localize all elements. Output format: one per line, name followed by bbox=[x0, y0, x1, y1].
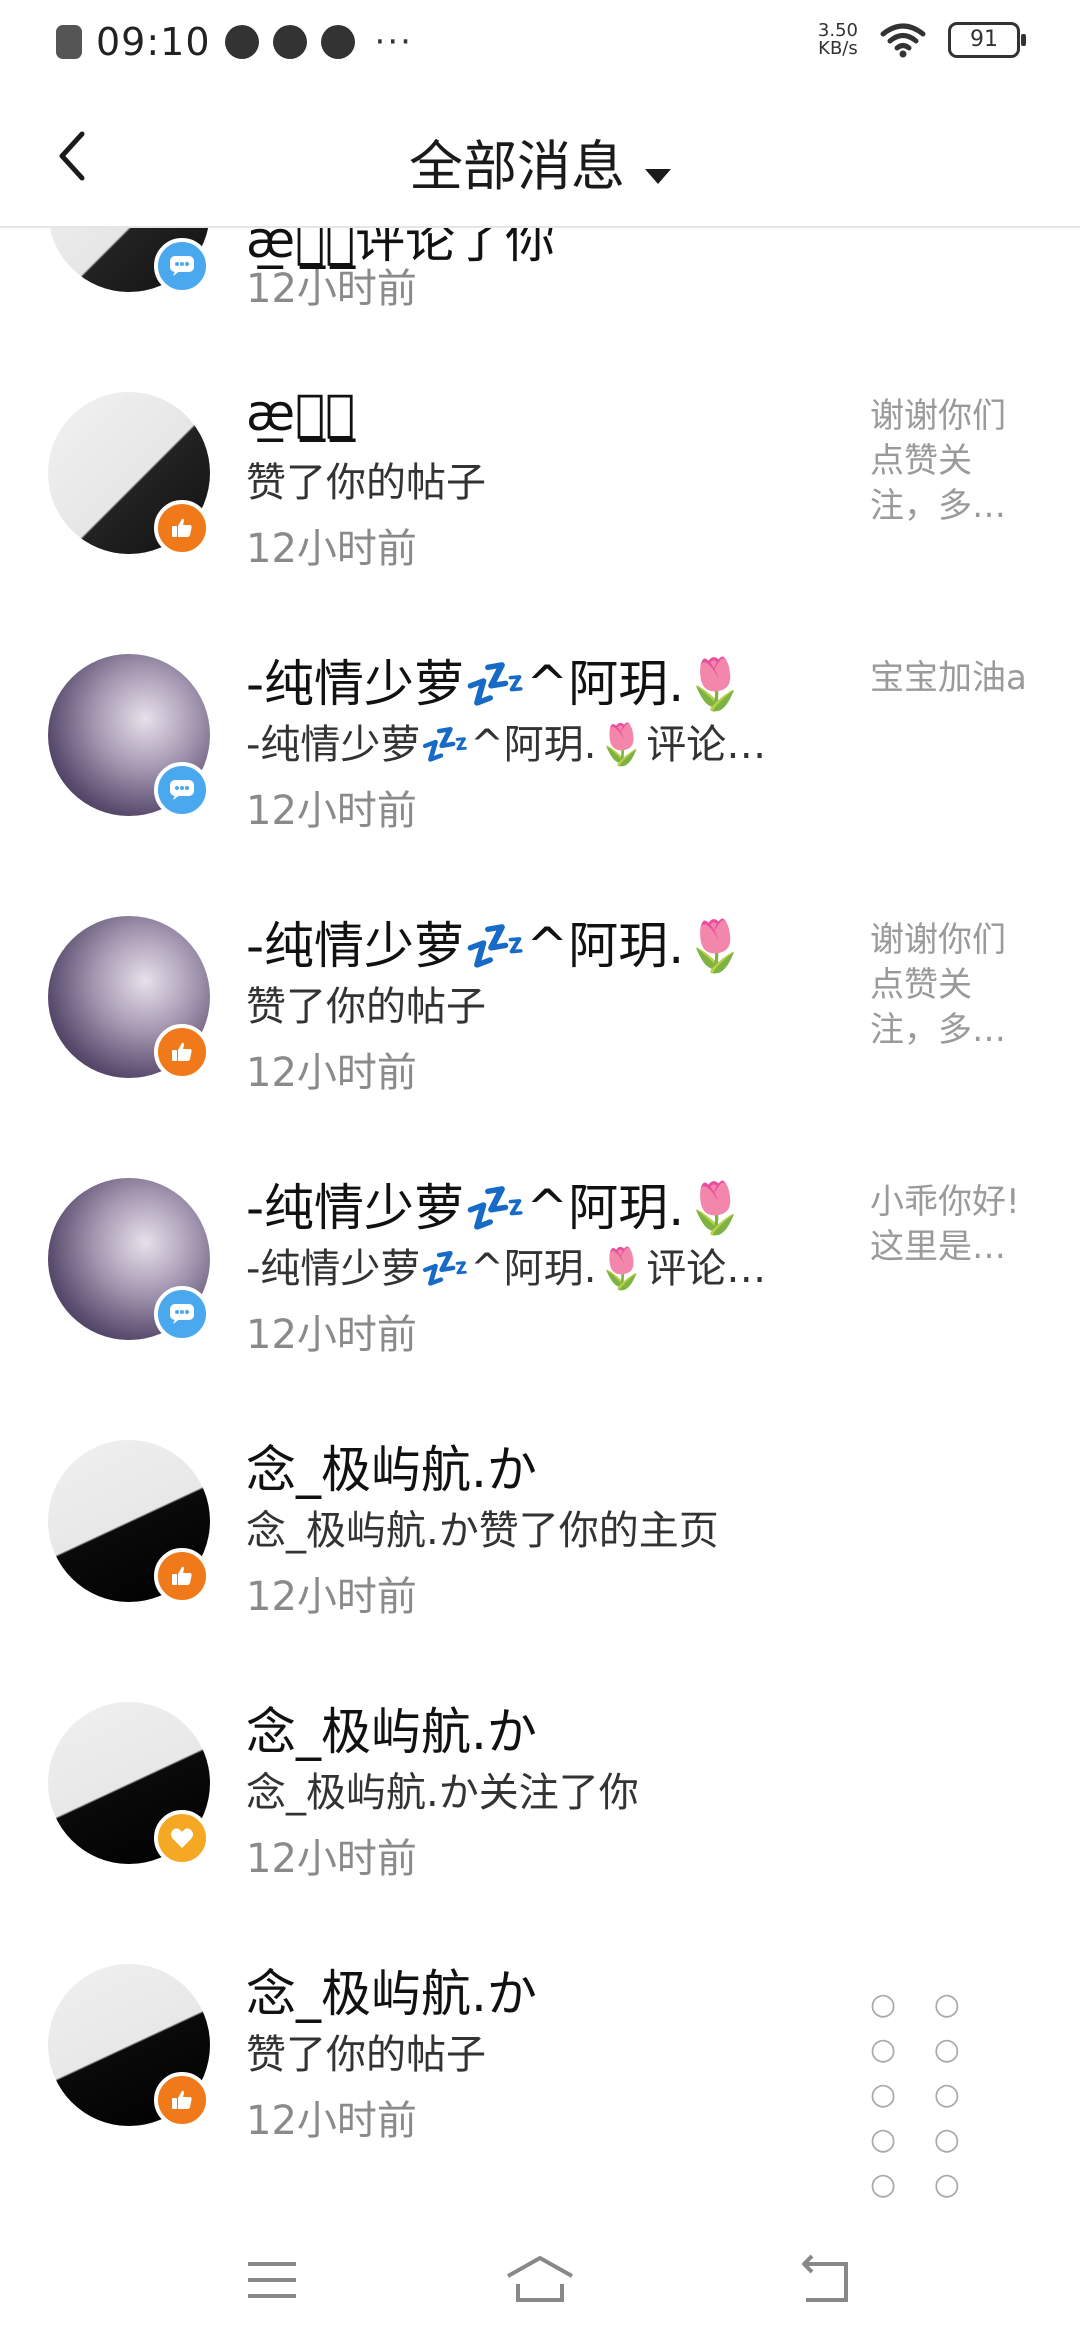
comment-icon bbox=[154, 762, 210, 818]
message-text: 赞了你的帖子 bbox=[246, 460, 486, 506]
post-preview[interactable]: 小乖你好!这里是… bbox=[870, 1180, 1030, 1270]
sender-name: 念_极屿航.か bbox=[246, 1441, 537, 1499]
cat-icon bbox=[272, 25, 307, 59]
sender-name: -纯情少萝💤^阿玥.🌷 bbox=[246, 917, 747, 975]
timestamp: 12小时前 bbox=[246, 266, 417, 312]
timestamp: 12小时前 bbox=[246, 788, 417, 834]
list-item[interactable]: -纯情少萝💤^阿玥.🌷 -纯情少萝💤^阿玥.🌷评论… 12小时前 宝宝加油a bbox=[0, 632, 1080, 894]
page-title[interactable]: 全部消息 bbox=[409, 135, 625, 198]
message-text: 念_极屿航.か赞了你的主页 bbox=[246, 1508, 719, 1554]
message-text: -纯情少萝💤^阿玥.🌷评论… bbox=[246, 1246, 767, 1292]
comment-icon bbox=[154, 1286, 210, 1342]
status-right: 3.50 KB/s 91 bbox=[818, 22, 1026, 58]
network-speed: 3.50 KB/s bbox=[818, 22, 858, 58]
message-text: 赞了你的帖子 bbox=[246, 2032, 486, 2078]
message-text: 念_极屿航.か关注了你 bbox=[246, 1770, 639, 1816]
like-icon bbox=[154, 500, 210, 556]
title-dropdown[interactable]: 全部消息 bbox=[0, 122, 1080, 201]
sender-name: -纯情少萝💤^阿玥.🌷 bbox=[246, 655, 747, 713]
clock: 09:10 bbox=[96, 20, 211, 64]
comment-icon bbox=[154, 238, 210, 294]
heart-icon bbox=[154, 1810, 210, 1866]
timestamp: 12小时前 bbox=[246, 1312, 417, 1358]
post-preview[interactable]: 宝宝加油a bbox=[870, 656, 1030, 701]
speed-unit: KB/s bbox=[818, 38, 858, 59]
timestamp: 12小时前 bbox=[246, 1574, 417, 1620]
sender-name: 念_极屿航.か bbox=[246, 1965, 537, 2023]
post-preview[interactable]: 谢谢你们点赞关注，多… bbox=[870, 918, 1030, 1053]
post-preview[interactable]: ○ ○ ○ ○ ○ ○ ○ ○ ○ ○ … bbox=[870, 1982, 1030, 2252]
list-item[interactable]: 念_极屿航.か 念_极屿航.か关注了你 12小时前 bbox=[0, 1680, 1080, 1942]
system-nav-bar bbox=[0, 2220, 1080, 2340]
status-left: 09:10 ··· bbox=[56, 20, 413, 64]
caret-down-icon[interactable] bbox=[645, 169, 671, 184]
like-icon bbox=[154, 1548, 210, 1604]
header: 全部消息 bbox=[0, 90, 1080, 228]
list-item[interactable]: 念_极屿航.か 赞了你的帖子 12小时前 ○ ○ ○ ○ ○ ○ ○ ○ ○ ○… bbox=[0, 1942, 1080, 2247]
wifi-icon bbox=[880, 23, 926, 58]
timestamp: 12小时前 bbox=[246, 526, 417, 572]
message-text: -纯情少萝💤^阿玥.🌷评论… bbox=[246, 722, 767, 768]
home-icon[interactable] bbox=[504, 2250, 576, 2310]
list-item[interactable]: -纯情少萝💤^阿玥.🌷 赞了你的帖子 12小时前 谢谢你们点赞关注，多… bbox=[0, 894, 1080, 1156]
timestamp: 12小时前 bbox=[246, 1050, 417, 1096]
sender-name: 念_极屿航.か bbox=[246, 1703, 537, 1761]
timestamp: 12小时前 bbox=[246, 2098, 417, 2144]
like-icon bbox=[154, 1024, 210, 1080]
timestamp: 12小时前 bbox=[246, 1836, 417, 1882]
like-icon bbox=[154, 2072, 210, 2128]
battery-icon: 91 bbox=[948, 22, 1026, 58]
post-preview[interactable]: 谢谢你们点赞关注，多… bbox=[870, 394, 1030, 529]
x-icon bbox=[56, 25, 82, 59]
status-bar: 09:10 ··· 3.50 KB/s 91 bbox=[0, 0, 1080, 90]
more-notifications-icon: ··· bbox=[374, 22, 413, 62]
message-text: 赞了你的帖子 bbox=[246, 984, 486, 1030]
sender-name: æ̲怜̲瘧̲ bbox=[246, 384, 356, 442]
play-icon bbox=[224, 25, 259, 59]
menu-icon[interactable] bbox=[242, 2250, 302, 2310]
back-nav-icon[interactable] bbox=[796, 2250, 856, 2310]
list-item[interactable]: -纯情少萝💤^阿玥.🌷 -纯情少萝💤^阿玥.🌷评论… 12小时前 小乖你好!这里… bbox=[0, 1156, 1080, 1418]
list-item[interactable]: 念_极屿航.か 念_极屿航.か赞了你的主页 12小时前 bbox=[0, 1418, 1080, 1680]
list-item[interactable]: æ̲怜̲瘧̲ 赞了你的帖子 12小时前 谢谢你们点赞关注，多… bbox=[0, 370, 1080, 632]
battery-level: 91 bbox=[970, 27, 998, 52]
chat-icon bbox=[320, 25, 355, 59]
sender-name: -纯情少萝💤^阿玥.🌷 bbox=[246, 1179, 747, 1237]
